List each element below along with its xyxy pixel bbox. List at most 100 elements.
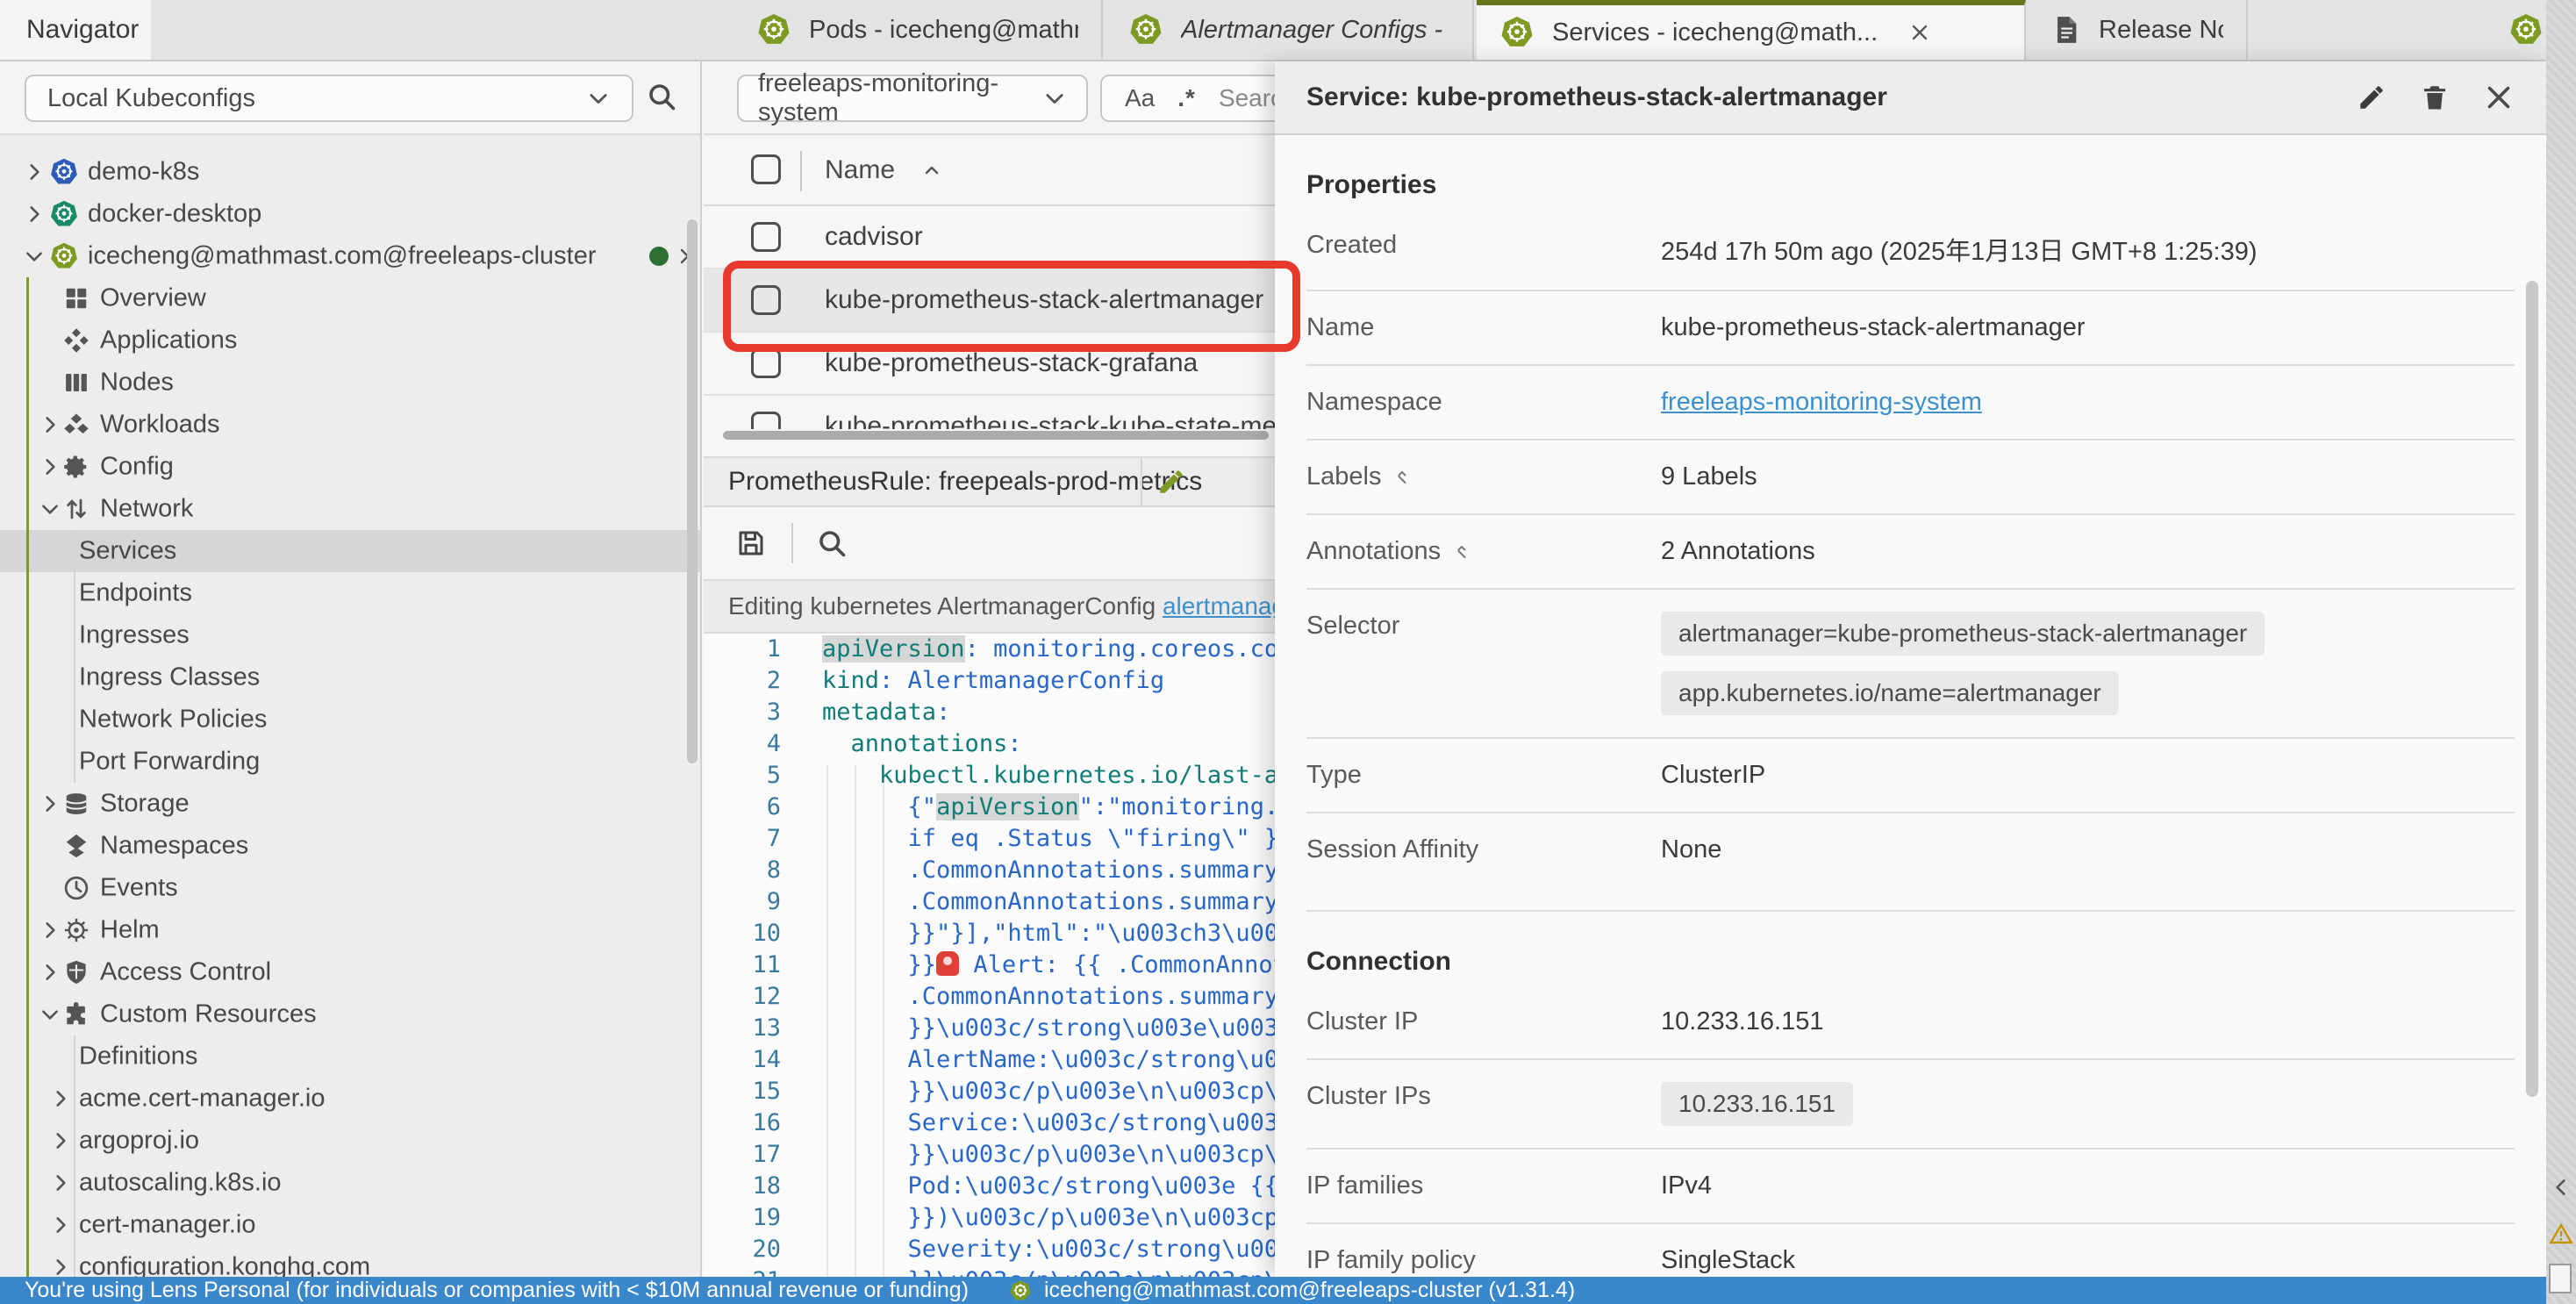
namespace-link[interactable]: freeleaps-monitoring-system xyxy=(1661,388,1982,417)
row-checkbox[interactable] xyxy=(751,412,781,429)
chevron-right-icon[interactable] xyxy=(39,792,61,815)
line-code: }}"}],"html":"\u003ch3\u003e\u xyxy=(822,918,1335,949)
property-value: 10.233.16.151 xyxy=(1661,1007,1823,1036)
name-column-header[interactable]: Name xyxy=(825,155,895,185)
chevron-right-icon[interactable] xyxy=(49,1171,72,1194)
active-cluster-indicator-line xyxy=(26,277,29,1277)
search-icon[interactable] xyxy=(646,81,677,112)
chevron-right-icon[interactable] xyxy=(49,1087,72,1110)
line-number: 21 xyxy=(704,1265,781,1277)
sidebar-item-config[interactable]: Config xyxy=(0,446,700,488)
sidebar-item-argoproj-io[interactable]: argoproj.io xyxy=(0,1120,700,1162)
sidebar-item-ingresses[interactable]: Ingresses xyxy=(0,614,700,656)
sidebar-item-custom-resources[interactable]: Custom Resources xyxy=(0,993,700,1035)
sidebar-item-acme-cert-manager-io[interactable]: acme.cert-manager.io xyxy=(0,1078,700,1120)
sidebar-item-icecheng-mathmast-com-freeleaps-cluster[interactable]: icecheng@mathmast.com@freeleaps-cluster xyxy=(0,235,700,277)
property-row-ip-families: IP familiesIPv4 xyxy=(1306,1150,2515,1224)
sidebar-item-access-control[interactable]: Access Control xyxy=(0,951,700,993)
property-row-created: Created254d 17h 50m ago (2025年1月13日 GMT+… xyxy=(1306,209,2515,291)
line-code: }} Alert: {{ .CommonAnnotati xyxy=(822,949,1330,981)
chevron-right-icon[interactable] xyxy=(39,919,61,942)
sidebar-item-demo-k8s[interactable]: demo-k8s xyxy=(0,151,700,193)
nodes-icon xyxy=(63,369,89,396)
chevron-down-icon[interactable] xyxy=(39,498,61,520)
chevron-right-icon[interactable] xyxy=(49,1129,72,1152)
row-checkbox[interactable] xyxy=(751,348,781,378)
sidebar-item-namespaces[interactable]: Namespaces xyxy=(0,825,700,867)
tab-release-notes[interactable]: Release Notes xyxy=(2029,0,2248,60)
match-case-icon[interactable]: Aa xyxy=(1125,84,1155,112)
find-icon[interactable] xyxy=(816,527,848,559)
select-all-checkbox[interactable] xyxy=(751,154,781,184)
chevron-down-icon[interactable] xyxy=(23,245,46,268)
chevron-right-icon[interactable] xyxy=(39,961,61,984)
sidebar-item-autoscaling-k8s-io[interactable]: autoscaling.k8s.io xyxy=(0,1162,700,1204)
sidebar-item-label: Namespaces xyxy=(100,832,248,861)
property-label: Name xyxy=(1306,313,1374,342)
code-token: Severity:\u003c/strong\u003e xyxy=(908,1236,1307,1263)
sidebar-item-network-policies[interactable]: Network Policies xyxy=(0,699,700,741)
close-icon[interactable] xyxy=(2483,82,2515,113)
chevron-right-icon[interactable] xyxy=(23,203,46,226)
sidebar-item-label: Network xyxy=(100,495,193,524)
sidebar-item-endpoints[interactable]: Endpoints xyxy=(0,572,700,614)
line-number: 20 xyxy=(704,1234,781,1265)
row-checkbox[interactable] xyxy=(751,222,781,252)
active-cluster-status[interactable]: icecheng@mathmast.com@freeleaps-cluster … xyxy=(1009,1278,1575,1303)
drawer-scrollbar[interactable] xyxy=(2526,281,2538,1097)
code-token xyxy=(822,983,908,1010)
divider xyxy=(791,523,793,563)
sidebar-item-storage[interactable]: Storage xyxy=(0,783,700,825)
sort-icon[interactable] xyxy=(1451,541,1472,562)
navigator-panel-tab[interactable]: Navigator xyxy=(0,0,151,60)
sidebar-item-definitions[interactable]: Definitions xyxy=(0,1035,700,1078)
delete-trash-icon[interactable] xyxy=(2420,82,2450,112)
sort-icon[interactable] xyxy=(1392,467,1413,488)
namespace-select[interactable]: freeleaps-monitoring-system xyxy=(737,75,1088,122)
sidebar-item-cert-manager-io[interactable]: cert-manager.io xyxy=(0,1204,700,1246)
chevron-left-icon[interactable] xyxy=(2550,1176,2572,1199)
property-value: SingleStack xyxy=(1661,1246,1795,1275)
close-tab-icon[interactable] xyxy=(1907,20,1932,45)
sidebar-item-applications[interactable]: Applications xyxy=(0,319,700,362)
chevron-right-icon[interactable] xyxy=(39,455,61,478)
sidebar-item-port-forwarding[interactable]: Port Forwarding xyxy=(0,741,700,783)
code-token: annotations xyxy=(851,730,1008,757)
row-checkbox[interactable] xyxy=(751,285,781,315)
chevron-right-icon[interactable] xyxy=(23,161,46,183)
sidebar-item-overview[interactable]: Overview xyxy=(0,277,700,319)
sidebar-item-events[interactable]: Events xyxy=(0,867,700,909)
line-number: 10 xyxy=(704,918,781,949)
horizontal-scrollbar[interactable] xyxy=(723,431,1269,440)
sidebar-item-workloads[interactable]: Workloads xyxy=(0,404,700,446)
property-label: Cluster IP xyxy=(1306,1007,1418,1036)
chevron-right-icon[interactable] xyxy=(39,413,61,436)
sidebar-item-label: Ingresses xyxy=(79,621,190,650)
line-code: }}\u003c/p\u003e\n\u003cp\u003 xyxy=(822,1265,1335,1277)
sidebar-item-label: demo-k8s xyxy=(88,158,199,187)
chevron-right-icon[interactable] xyxy=(49,1214,72,1236)
warning-icon xyxy=(2549,1222,2573,1246)
code-token xyxy=(822,1267,908,1277)
tab-pods-icecheng-mathmas[interactable]: Pods - icecheng@mathmas... xyxy=(733,0,1103,60)
line-code: Severity:\u003c/strong\u003e xyxy=(822,1234,1307,1265)
property-label: Type xyxy=(1306,761,1362,790)
edit-pencil-icon[interactable] xyxy=(2357,82,2386,112)
sidebar-item-nodes[interactable]: Nodes xyxy=(0,362,700,404)
save-icon[interactable] xyxy=(735,527,767,559)
sidebar-item-helm[interactable]: Helm xyxy=(0,909,700,951)
chevron-right-icon[interactable] xyxy=(49,1256,72,1279)
sidebar-item-services[interactable]: Services xyxy=(0,530,700,572)
sidebar-scrollbar[interactable] xyxy=(687,219,698,763)
tab-services-icecheng-math[interactable]: Services - icecheng@math... xyxy=(1477,0,2026,60)
sort-ascending-icon[interactable] xyxy=(921,160,942,181)
sidebar-item-docker-desktop[interactable]: docker-desktop xyxy=(0,193,700,235)
kubeconfig-select[interactable]: Local Kubeconfigs xyxy=(25,75,633,122)
edit-pencil-icon[interactable] xyxy=(1156,467,1186,497)
sidebar-item-ingress-classes[interactable]: Ingress Classes xyxy=(0,656,700,699)
sidebar-item-network[interactable]: Network xyxy=(0,488,700,530)
regex-icon[interactable]: .* xyxy=(1177,84,1196,112)
sidebar-item-label: cert-manager.io xyxy=(79,1211,256,1240)
chevron-down-icon[interactable] xyxy=(39,1003,61,1026)
tab-alertmanager-configs-icec[interactable]: Alertmanager Configs - icec... xyxy=(1106,0,1474,60)
